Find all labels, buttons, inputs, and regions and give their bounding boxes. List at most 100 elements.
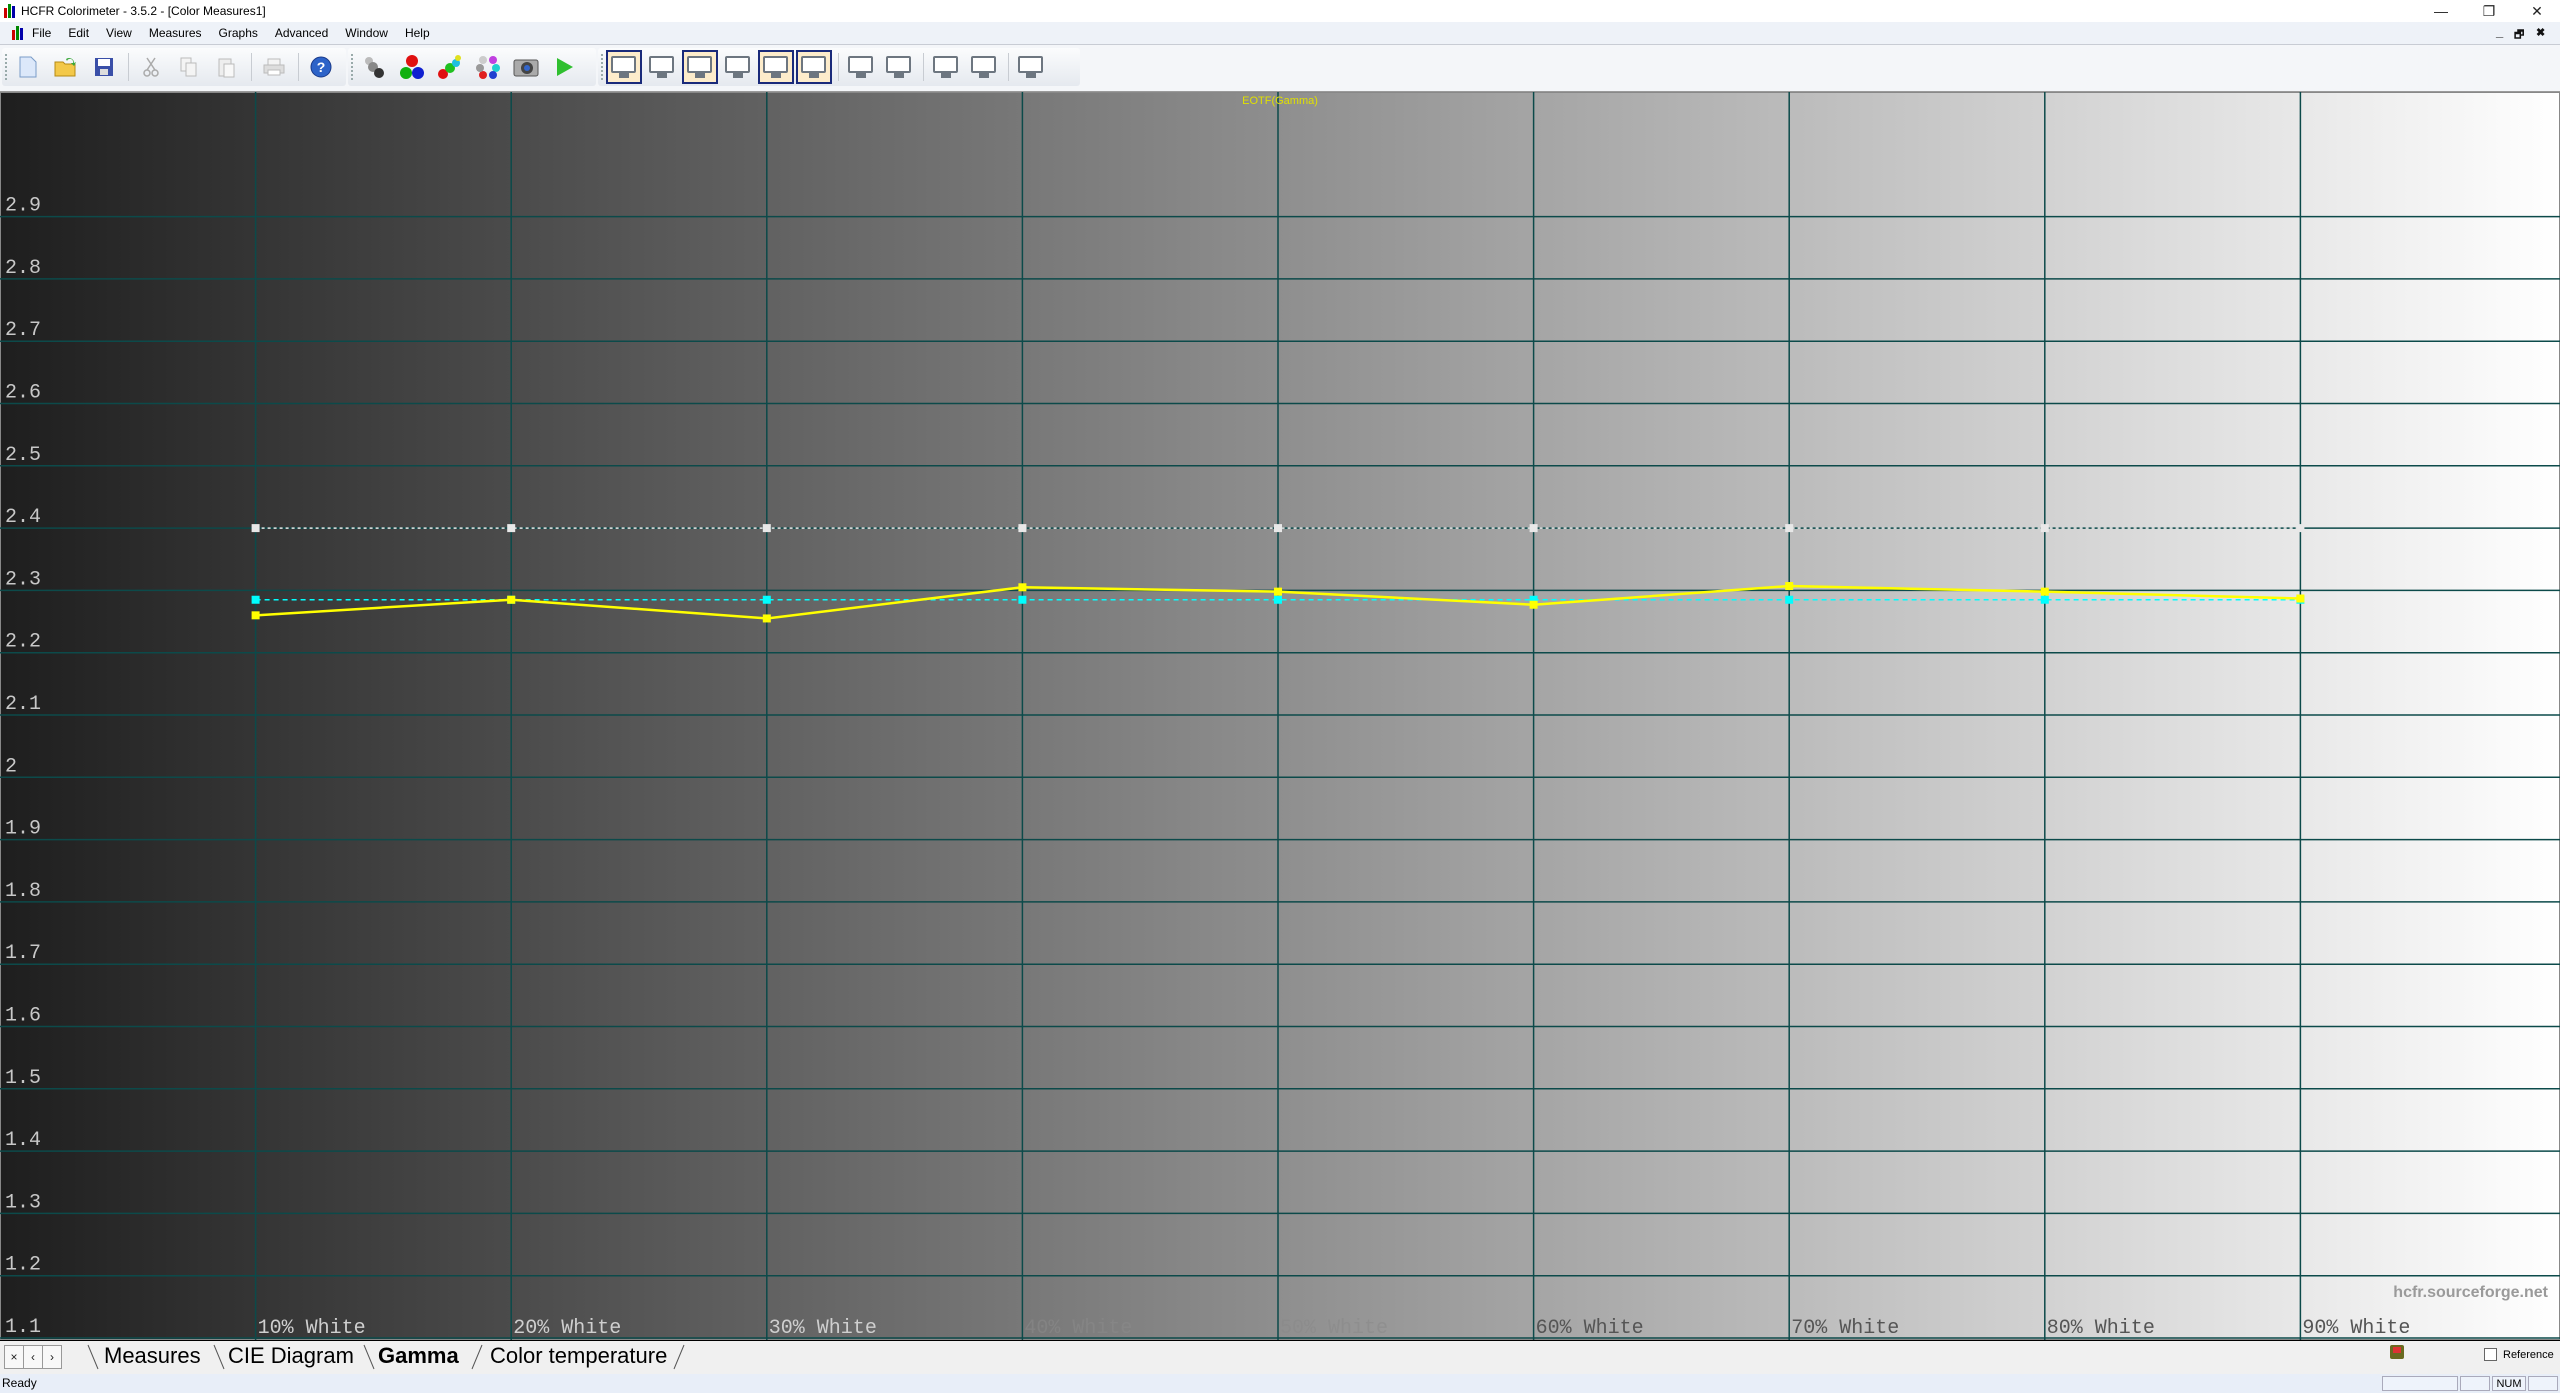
menu-bar: File Edit View Measures Graphs Advanced … — [0, 22, 2560, 45]
data-point-target — [1785, 595, 1794, 604]
menu-graphs[interactable]: Graphs — [217, 26, 260, 40]
reference-checkbox[interactable]: Reference — [2484, 1348, 2554, 1361]
reference-checkbox-box[interactable] — [2484, 1348, 2497, 1361]
watermark: hcfr.sourceforge.net — [2393, 1284, 2548, 1301]
data-point-target — [1274, 595, 1282, 604]
data-point-target — [762, 595, 771, 604]
mdi-close-button[interactable]: ✖ — [2536, 26, 2545, 39]
open-folder-icon[interactable] — [48, 50, 84, 84]
data-point-measured — [2296, 594, 2305, 603]
y-tick-label: 1.6 — [5, 1005, 41, 1028]
rgb-balls-icon[interactable] — [394, 50, 430, 84]
near-white-view-icon[interactable] — [881, 50, 917, 84]
x-tick-label: 70% White — [1791, 1317, 1899, 1340]
play-icon[interactable] — [546, 50, 582, 84]
document-menu-icon[interactable] — [12, 26, 24, 40]
sensor-icon[interactable] — [356, 50, 392, 84]
tab-divider — [471, 1344, 483, 1370]
status-bar: Ready NUM — [0, 1374, 2560, 1393]
mdi-minimize-button[interactable]: _ — [2496, 24, 2503, 39]
data-point-reference — [1529, 524, 1538, 533]
y-tick-label: 1.9 — [5, 818, 41, 841]
close-window-button[interactable]: ✕ — [2514, 0, 2560, 22]
toolbar-separator — [923, 53, 924, 81]
color-ring-icon[interactable] — [470, 50, 506, 84]
measures-table-view-icon[interactable] — [606, 50, 642, 84]
mdi-restore-button[interactable]: 🗗 — [2514, 26, 2524, 45]
y-tick-label: 1.8 — [5, 880, 41, 903]
paste-icon[interactable] — [209, 50, 245, 84]
y-tick-label: 1.7 — [5, 942, 41, 965]
y-tick-label: 2.3 — [5, 568, 41, 591]
y-tick-label: 2.5 — [5, 444, 41, 467]
data-point-reference — [1274, 524, 1282, 533]
new-document-icon[interactable] — [10, 50, 46, 84]
toolbar-separator — [128, 53, 129, 81]
data-point-target — [2040, 595, 2049, 604]
y-tick-label: 1.1 — [5, 1316, 41, 1339]
gamma-view-icon[interactable] — [682, 50, 718, 84]
sensor-status-icon — [2390, 1345, 2404, 1359]
minimize-window-button[interactable]: — — [2418, 0, 2464, 22]
luminance-view-icon[interactable] — [644, 50, 680, 84]
camera-icon[interactable] — [508, 50, 544, 84]
y-tick-label: 2.4 — [5, 506, 41, 529]
saturation-shift-view-icon[interactable] — [966, 50, 1002, 84]
window-title: HCFR Colorimeter - 3.5.2 - [Color Measur… — [21, 4, 266, 18]
menu-view[interactable]: View — [104, 26, 134, 40]
save-icon[interactable] — [86, 50, 122, 84]
data-point-target — [251, 595, 260, 604]
toolbar-separator — [251, 53, 252, 81]
previous-tab-button[interactable]: ‹ — [23, 1345, 43, 1369]
help-icon[interactable]: ? — [303, 50, 339, 84]
status-text: Ready — [2, 1376, 37, 1390]
x-tick-label: 90% White — [2302, 1317, 2410, 1340]
rgb-levels-view-icon[interactable] — [720, 50, 756, 84]
data-point-reference — [2296, 524, 2305, 533]
toolbar-separator — [298, 53, 299, 81]
data-point-reference — [1018, 524, 1027, 533]
tab-color-temperature[interactable]: Color temperature — [490, 1343, 667, 1369]
menu-help[interactable]: Help — [403, 26, 432, 40]
x-tick-label: 80% White — [2047, 1317, 2155, 1340]
copy-icon[interactable] — [171, 50, 207, 84]
x-tick-label: 50% White — [1280, 1317, 1388, 1340]
y-tick-label: 2.7 — [5, 319, 41, 342]
y-tick-label: 2 — [5, 755, 17, 778]
near-black-view-icon[interactable] — [843, 50, 879, 84]
color-checker-view-icon[interactable] — [1013, 50, 1049, 84]
saturation-luminance-view-icon[interactable] — [928, 50, 964, 84]
cie-diagram-view-icon[interactable] — [796, 50, 832, 84]
menu-measures[interactable]: Measures — [147, 26, 204, 40]
next-tab-button[interactable]: › — [42, 1345, 62, 1369]
x-tick-label: 20% White — [513, 1317, 621, 1340]
reference-checkbox-label: Reference — [2503, 1348, 2554, 1361]
y-tick-label: 2.8 — [5, 257, 41, 280]
y-tick-label: 2.1 — [5, 693, 41, 716]
data-point-reference — [251, 524, 260, 533]
color-temperature-view-icon[interactable] — [758, 50, 794, 84]
tab-gamma[interactable]: Gamma — [378, 1343, 459, 1369]
data-point-target — [1018, 595, 1027, 604]
gamma-chart-svg: 2.9 2.8 2.7 2.6 2.5 2.4 2.3 2.2 2.1 2 1.9 1.8 1.7 1.6… — [0, 92, 2560, 1340]
color-balls-icon[interactable] — [432, 50, 468, 84]
menu-edit[interactable]: Edit — [66, 26, 91, 40]
close-tab-button[interactable]: × — [4, 1345, 24, 1369]
menu-advanced[interactable]: Advanced — [273, 26, 330, 40]
file-toolbar: ? — [2, 48, 346, 86]
data-point-reference — [2040, 524, 2049, 533]
menu-file[interactable]: File — [30, 26, 53, 40]
toolbar-separator — [1008, 53, 1009, 81]
toolbar-separator — [838, 53, 839, 81]
measure-toolbar — [348, 48, 596, 86]
restore-window-button[interactable]: ❐ — [2466, 0, 2512, 22]
cut-icon[interactable] — [133, 50, 169, 84]
y-tick-label: 1.4 — [5, 1129, 41, 1152]
tab-cie-diagram[interactable]: CIE Diagram — [228, 1343, 354, 1369]
menu-window[interactable]: Window — [343, 26, 390, 40]
tab-divider — [213, 1344, 225, 1370]
chart-title: EOTF(Gamma) — [1242, 95, 1318, 107]
svg-text:?: ? — [317, 59, 326, 75]
print-icon[interactable] — [256, 50, 292, 84]
tab-measures[interactable]: Measures — [104, 1343, 201, 1369]
